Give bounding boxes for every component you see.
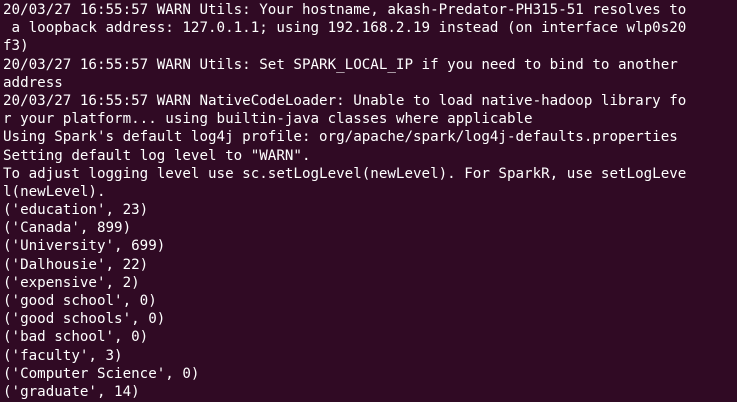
output-line: ('faculty', 3) — [3, 347, 123, 364]
log-line: f3) — [3, 38, 29, 55]
log-line: a loopback address: 127.0.1.1; using 192… — [3, 20, 687, 37]
log-line: l(newLevel). — [3, 183, 106, 200]
output-line: ('bad school', 0) — [3, 329, 149, 346]
log-line: 20/03/27 16:55:57 WARN Utils: Your hostn… — [3, 2, 687, 18]
log-line: 20/03/27 16:55:57 WARN NativeCodeLoader:… — [3, 92, 687, 109]
output-line: ('expensive', 2) — [3, 274, 140, 291]
output-line: ('education', 23) — [3, 202, 149, 219]
terminal-output[interactable]: 20/03/27 16:55:57 WARN Utils: Your hostn… — [0, 0, 737, 402]
output-line: ('Dalhousie', 22) — [3, 256, 149, 273]
output-line: ('good schools', 0) — [3, 311, 166, 328]
log-line: r your platform... using builtin-java cl… — [3, 111, 533, 128]
output-line: ('Computer Science', 0) — [3, 365, 200, 382]
output-line: ('good school', 0) — [3, 293, 157, 309]
output-line: ('University', 699) — [3, 238, 166, 255]
output-line: ('graduate', 14) — [3, 383, 140, 400]
log-line: Using Spark's default log4j profile: org… — [3, 129, 678, 146]
output-line: ('Canada', 899) — [3, 220, 132, 237]
log-line: To adjust logging level use sc.setLogLev… — [3, 165, 687, 182]
log-line: Setting default log level to "WARN". — [3, 147, 311, 164]
log-line: 20/03/27 16:55:57 WARN Utils: Set SPARK_… — [3, 56, 678, 73]
log-line: address — [3, 74, 63, 91]
